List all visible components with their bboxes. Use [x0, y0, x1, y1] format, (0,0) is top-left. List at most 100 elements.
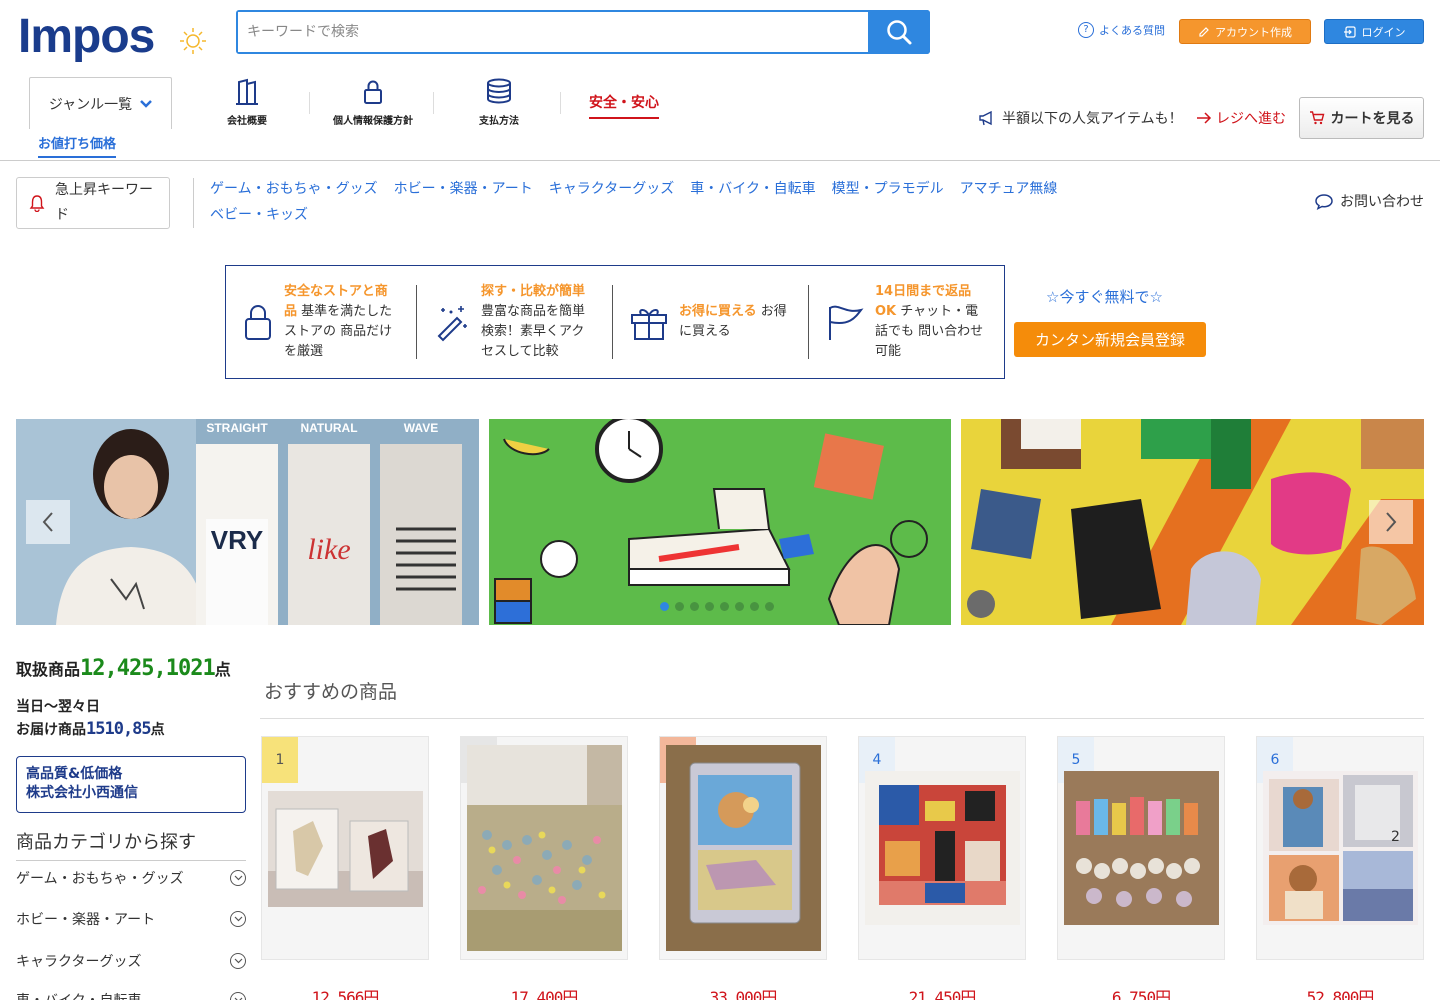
login-button[interactable]: ログイン [1324, 19, 1424, 44]
banner-label: STRAIGHT [206, 421, 268, 435]
contact-link[interactable]: お問い合わせ [1314, 191, 1424, 211]
category-link[interactable]: キャラクターグッズ [549, 178, 674, 200]
category-link[interactable]: ベビー・キッズ [210, 204, 308, 226]
banner-bags[interactable] [961, 419, 1424, 625]
site-logo[interactable]: Impos [18, 12, 155, 62]
chat-bubble-icon [1315, 194, 1333, 210]
stat-label: 当日〜翌々日 [16, 699, 100, 715]
carousel-dot[interactable] [750, 602, 759, 611]
megaphone-icon [979, 110, 992, 126]
category-divider [193, 178, 194, 228]
company-badge-line2: 株式会社小西通信 [26, 785, 138, 801]
trending-label: 急上昇キーワード [55, 182, 153, 223]
sidebar-category-item[interactable]: 車・バイク・自転車 [16, 990, 246, 1000]
carousel-dot[interactable] [690, 602, 699, 611]
product-price: 21,450円 [908, 988, 977, 1000]
carousel-dot[interactable] [660, 602, 669, 611]
delivery-items-stat: 当日〜翌々日 お届け商品1510,85点 [16, 696, 165, 741]
banner-fashion-image: VRY like STRAIGHT NATURAL WAVE [16, 419, 479, 625]
nav-payment[interactable]: 支払方法 [479, 78, 519, 127]
carousel-dot[interactable] [705, 602, 714, 611]
nav-company-label: 会社概要 [227, 116, 267, 127]
view-cart-button[interactable]: カートを見る [1299, 97, 1424, 139]
product-price: 17,400円 [510, 988, 579, 1000]
chevron-right-icon [1386, 512, 1397, 532]
sidebar-category-item[interactable]: キャラクターグッズ [16, 951, 246, 971]
chevron-down-circle-icon [230, 992, 246, 1000]
product-image [268, 791, 423, 907]
nav-company[interactable]: 会社概要 [227, 78, 267, 127]
magic-wand-icon [437, 306, 467, 342]
rank-badge: 1 [262, 737, 298, 783]
nav-privacy[interactable]: 個人情報保護方針 [333, 78, 413, 127]
trending-keywords-button[interactable]: 急上昇キーワード [16, 177, 170, 229]
carousel-dot[interactable] [735, 602, 744, 611]
free-signup-tagline: ☆今すぐ無料で☆ [1046, 288, 1163, 306]
feature-description: 豊富な商品を簡単検索！素早くアクセスして比較 [481, 304, 586, 359]
product-card[interactable]: 6 2 [1256, 736, 1424, 960]
cart-label: カートを見る [1330, 111, 1415, 127]
feature-easy-search: 探す・比較が簡単 豊富な商品を簡単検索！素早くアクセスして比較 [416, 284, 612, 359]
svg-text:like: like [307, 533, 350, 566]
genre-menu-label: ジャンル一覧 [48, 96, 133, 113]
category-link[interactable]: ホビー・楽器・アート [394, 178, 533, 200]
create-account-button[interactable]: アカウント作成 [1179, 19, 1311, 44]
nav-safety[interactable]: 安全・安心 [589, 92, 659, 119]
banner-fashion[interactable]: VRY like STRAIGHT NATURAL WAVE [16, 419, 479, 625]
product-price: 6,750円 [1111, 988, 1171, 1000]
flag-icon [829, 305, 864, 340]
stat-unit: 点 [214, 660, 231, 679]
sidebar-category-label: ホビー・楽器・アート [16, 912, 156, 928]
product-image [666, 745, 821, 951]
faq-link[interactable]: ? よくある質問 [1078, 22, 1165, 38]
gift-icon [631, 309, 667, 340]
product-card[interactable]: 2 [460, 736, 628, 960]
carousel-dot[interactable] [720, 602, 729, 611]
nav-divider [433, 92, 434, 114]
stat-label: お届け商品 [16, 722, 86, 738]
pencil-icon [1199, 26, 1209, 37]
total-items-stat: 取扱商品12,425,1021点 [16, 656, 231, 681]
product-card[interactable]: 3 [659, 736, 827, 960]
genre-menu-button[interactable]: ジャンル一覧 [29, 77, 172, 129]
carousel-dot[interactable] [675, 602, 684, 611]
carousel-dot[interactable] [765, 602, 774, 611]
sidebar-category-label: 車・バイク・自転車 [16, 990, 141, 1000]
signup-button[interactable]: カンタン新規会員登録 [1014, 322, 1206, 357]
stat-unit: 点 [150, 722, 165, 738]
category-section-title: 商品カテゴリから探す [16, 828, 246, 861]
sidebar-category-label: ゲーム・おもちゃ・グッズ [16, 871, 184, 887]
category-link[interactable]: アマチュア無線 [960, 178, 1058, 200]
svg-text:2: 2 [1391, 829, 1400, 845]
company-badge[interactable]: 高品質&低価格 株式会社小西通信 [16, 756, 246, 813]
banner-shoes[interactable] [489, 419, 951, 625]
banner-bags-image [961, 419, 1424, 625]
header-divider [0, 160, 1440, 161]
arrow-right-icon [1197, 112, 1212, 124]
product-card[interactable]: 4 [858, 736, 1026, 960]
feature-highlight: 探す・比較が簡単 [481, 284, 586, 299]
carousel-next-button[interactable] [1369, 500, 1413, 544]
product-card[interactable]: 5 [1057, 736, 1225, 960]
product-card[interactable]: 1 [261, 736, 429, 960]
sidebar-category-item[interactable]: ゲーム・おもちゃ・グッズ [16, 868, 246, 888]
chevron-down-icon [140, 99, 153, 108]
chevron-left-icon [42, 512, 53, 532]
category-link[interactable]: 車・バイク・自転車 [690, 178, 815, 200]
feature-description: 基準を満たしたストアの 商品だけを厳選 [284, 304, 393, 359]
stat-value: 12,425,1021 [80, 656, 216, 681]
carousel-prev-button[interactable] [26, 500, 70, 544]
company-badge-line1: 高品質&低価格 [26, 766, 123, 782]
search-button[interactable] [868, 10, 930, 54]
sun-icon [180, 28, 206, 54]
feature-safe-store: 安全なストアと商品 基準を満たしたストアの 商品だけを厳選 [226, 284, 416, 359]
sidebar-category-item[interactable]: ホビー・楽器・アート [16, 909, 246, 929]
tab-negotiate-price[interactable]: お値打ち価格 [38, 133, 117, 158]
category-link[interactable]: 模型・プラモデル [832, 178, 944, 200]
recommended-divider [260, 718, 1424, 719]
category-link[interactable]: ゲーム・おもちゃ・グッズ [210, 178, 378, 200]
search-input[interactable] [238, 12, 868, 52]
feature-highlight: お得に買える [679, 304, 757, 319]
faq-label: よくある質問 [1099, 24, 1165, 37]
checkout-link[interactable]: レジへ進む [1196, 108, 1286, 128]
